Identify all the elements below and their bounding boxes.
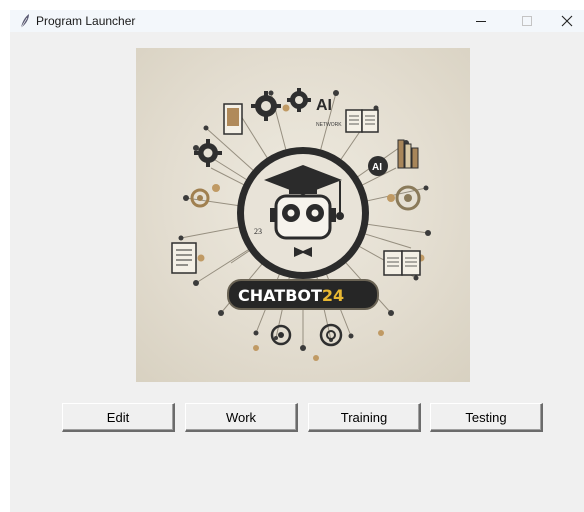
close-icon — [561, 15, 573, 27]
ai-text-top: AI NETWORK — [316, 97, 342, 128]
svg-text:CHATBOT24: CHATBOT24 — [238, 286, 344, 305]
gear-icon-left — [194, 139, 222, 167]
svg-text:AI: AI — [316, 97, 332, 114]
edit-button[interactable]: Edit — [62, 403, 175, 432]
close-button[interactable] — [550, 10, 584, 32]
gear-icon-top — [251, 91, 281, 121]
svg-text:23: 23 — [254, 227, 262, 236]
phone-icon-top-left — [223, 103, 243, 135]
launcher-window: Program Launcher AI NETWORK AI 23 CHATBO… — [10, 10, 584, 512]
svg-text:AI: AI — [372, 162, 382, 173]
book-icon-right — [383, 250, 421, 276]
document-icon-left — [171, 242, 197, 274]
minimize-icon — [475, 15, 487, 27]
svg-text:NETWORK: NETWORK — [316, 122, 342, 128]
ai-chip-icon-right: AI — [368, 156, 388, 176]
gear-icon-left-small — [190, 188, 210, 208]
books-stack-icon — [397, 139, 419, 169]
minimize-button[interactable] — [458, 10, 504, 32]
work-button[interactable]: Work — [185, 403, 298, 432]
gear-icon-top-2 — [287, 88, 311, 112]
testing-button[interactable]: Testing — [430, 403, 543, 432]
feather-icon — [17, 13, 33, 29]
book-icon-top-right — [345, 109, 379, 133]
maximize-button[interactable] — [504, 10, 550, 32]
button-row: Edit Work Training Testing — [10, 403, 584, 433]
maximize-icon — [521, 15, 533, 27]
chatbot-logo-image: AI NETWORK AI 23 CHATBOT24 — [136, 48, 470, 382]
chatbot24-wordmark: CHATBOT24 — [227, 279, 379, 310]
window-title: Program Launcher — [36, 14, 136, 28]
gear-icon-right — [395, 185, 421, 211]
gear-icon-bottom — [270, 324, 292, 346]
title-bar[interactable]: Program Launcher — [10, 10, 584, 32]
training-button[interactable]: Training — [308, 403, 421, 432]
